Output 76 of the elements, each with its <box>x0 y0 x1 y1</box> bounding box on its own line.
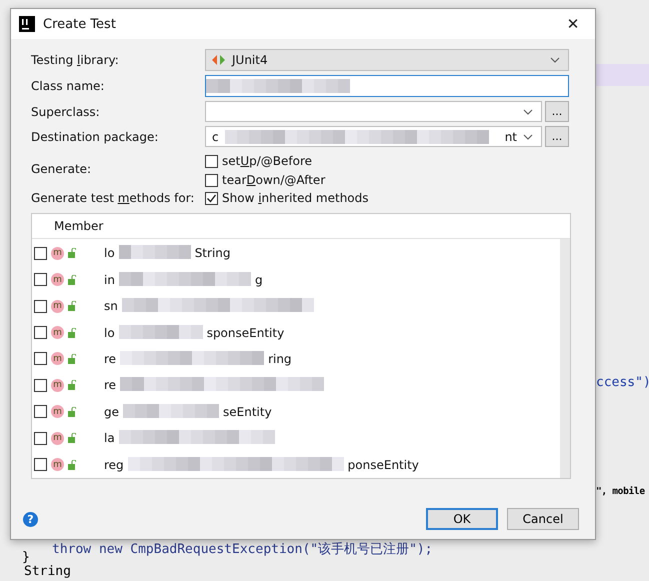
caret-icon <box>523 134 533 140</box>
unlocked-icon <box>68 380 76 390</box>
method-name: ge <box>104 404 119 419</box>
dialog-button[interactable]: OK <box>426 508 498 530</box>
method-name: lo <box>104 246 115 260</box>
class-name-field[interactable] <box>205 75 569 97</box>
help-button[interactable]: ? <box>23 512 38 526</box>
field-label: Class name: <box>31 79 106 93</box>
scrollbar[interactable] <box>560 239 570 478</box>
method-name: lo <box>104 326 115 340</box>
method-name: la <box>104 431 115 446</box>
unlocked-icon <box>68 328 76 338</box>
checkbox[interactable] <box>205 174 218 186</box>
method-icon: m <box>51 326 64 340</box>
window-title: Create Test <box>43 16 117 32</box>
method-icon: m <box>51 246 64 260</box>
caret-icon <box>550 57 560 63</box>
checkbox[interactable] <box>34 432 47 445</box>
method-icon: m <box>51 378 64 392</box>
field-label: Testing library: <box>31 53 120 67</box>
code-line: String <box>24 564 71 579</box>
method-name: re <box>104 352 116 366</box>
method-icon: m <box>51 273 64 286</box>
field-label: Generate test methods for: <box>31 191 196 205</box>
checkbox-label: Show inherited methods <box>222 191 369 205</box>
checkbox[interactable] <box>34 352 47 366</box>
method-name: re <box>104 378 116 392</box>
arrows-icon <box>212 55 226 65</box>
code-line: ccess") <box>596 375 649 390</box>
checkbox[interactable] <box>205 192 218 204</box>
method-icon: m <box>51 352 64 366</box>
caret-icon <box>523 108 533 114</box>
method-name: ponseEntity <box>348 458 419 472</box>
browse-button[interactable]: ... <box>545 126 569 147</box>
method-name: g <box>254 272 263 287</box>
code-line: throw new CmpBadRequestException("该手机号已注册"); <box>52 541 433 558</box>
checkbox-label: setUp/@Before <box>222 154 312 168</box>
method-icon: m <box>51 432 64 445</box>
checkbox[interactable] <box>34 246 47 260</box>
checkbox[interactable] <box>34 300 47 313</box>
method-name: sponseEntity <box>206 326 284 340</box>
method-icon: m <box>51 300 64 313</box>
checkbox[interactable] <box>34 458 47 472</box>
unlocked-icon <box>68 433 76 444</box>
browse-button[interactable]: ... <box>545 101 569 122</box>
method-name: String <box>194 246 230 260</box>
method-icon: m <box>51 458 64 472</box>
unlocked-icon <box>68 301 76 312</box>
unlocked-icon <box>68 274 76 285</box>
destination-package-dropdown[interactable]: c nt <box>205 126 542 147</box>
unlocked-icon <box>68 460 76 470</box>
field-label: Destination package: <box>31 130 160 144</box>
checkbox[interactable] <box>34 378 47 392</box>
method-name: seEntity <box>223 404 272 419</box>
checkbox[interactable] <box>34 405 47 418</box>
unlocked-icon <box>68 248 76 258</box>
unlocked-icon <box>68 354 76 364</box>
dialog-button[interactable]: Cancel <box>507 508 579 530</box>
checkbox-label: tearDown/@After <box>222 173 326 187</box>
field-label: Generate: <box>31 162 92 176</box>
code-line: } <box>22 550 30 565</box>
code-line: ", mobile <box>596 486 645 497</box>
checkbox[interactable] <box>34 326 47 340</box>
testing-library-dropdown[interactable]: JUnit4 <box>205 49 569 71</box>
unlocked-icon <box>68 406 76 417</box>
method-icon: m <box>51 405 64 418</box>
checkbox[interactable] <box>34 273 47 286</box>
close-button[interactable]: ✕ <box>551 9 595 39</box>
method-name: sn <box>104 299 118 314</box>
method-name: in <box>104 272 115 287</box>
method-name: reg <box>104 458 124 472</box>
field-label: Superclass: <box>31 104 101 118</box>
checkbox[interactable] <box>205 154 218 168</box>
column-header: Member <box>54 219 104 233</box>
app-logo-icon <box>19 16 35 32</box>
method-name: ring <box>268 352 292 366</box>
